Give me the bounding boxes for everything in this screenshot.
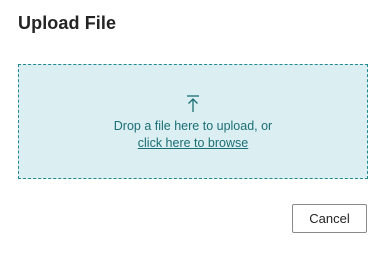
file-drop-zone[interactable]: Drop a file here to upload, or click her… <box>18 64 368 179</box>
upload-arrow-icon <box>187 95 199 112</box>
upload-file-dialog: Upload File Drop a file here to upload, … <box>0 0 392 254</box>
browse-link[interactable]: click here to browse <box>138 136 248 150</box>
browse-link-row: click here to browse <box>19 136 367 150</box>
dialog-title: Upload File <box>18 13 117 33</box>
cancel-button[interactable]: Cancel <box>292 204 367 233</box>
drop-instruction-text: Drop a file here to upload, or <box>113 119 273 133</box>
